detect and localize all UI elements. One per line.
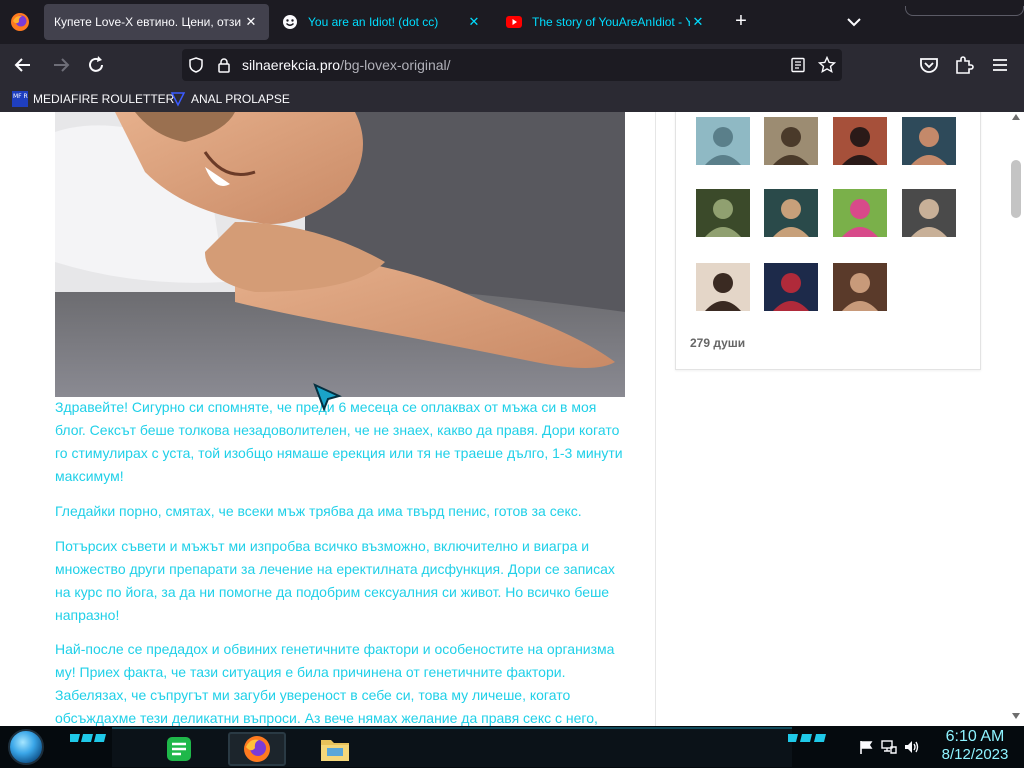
taskbar: 6:10 AM 8/12/2023 <box>0 726 1024 768</box>
notes-app-icon <box>167 737 191 761</box>
forward-arrow-icon[interactable] <box>50 54 72 76</box>
article-paragraph-1: Здравейте! Сигурно си спомняте, че преди… <box>55 399 623 484</box>
reader-view-icon[interactable] <box>790 57 806 73</box>
star-bookmark-icon[interactable] <box>818 56 836 74</box>
window-frame-edge <box>905 6 1024 16</box>
network-icon[interactable] <box>881 739 897 755</box>
taskbar-app-notes[interactable] <box>150 732 208 766</box>
url-path: /bg-lovex-original/ <box>340 57 451 73</box>
extensions-puzzle-icon[interactable] <box>953 54 975 76</box>
tab-youtube-story[interactable]: The story of YouAreAnIdiot - Yo ✕ <box>496 4 716 40</box>
chevron-down-icon[interactable] <box>844 12 864 32</box>
avatar-woman-red-hair[interactable] <box>833 117 887 165</box>
reload-icon[interactable] <box>85 54 107 76</box>
article-paragraph-2: Гледайки порно, смятах, че всеки мъж тря… <box>55 503 582 519</box>
avatar-woman-portrait[interactable] <box>833 263 887 311</box>
hamburger-menu-icon[interactable] <box>989 54 1011 76</box>
hero-photo <box>55 112 625 397</box>
tab-label: Купете Love-X евтино. Цени, отзи <box>54 15 242 29</box>
avatar-woman-dark-hair[interactable] <box>902 117 956 165</box>
system-clock[interactable]: 6:10 AM 8/12/2023 <box>932 728 1018 764</box>
flag-icon[interactable] <box>858 739 874 755</box>
folder-icon <box>321 740 349 761</box>
avatar-cartoon-scientist[interactable] <box>696 117 750 165</box>
address-bar[interactable]: silnaerekcia.pro/bg-lovex-original/ <box>182 49 842 81</box>
mouse-cursor-icon <box>313 383 342 412</box>
youtube-icon <box>506 16 522 28</box>
bookmark-label: ANAL PROLAPSE <box>191 92 290 106</box>
web-page-content: Здравейте! Сигурно си спомняте, че преди… <box>0 112 1024 726</box>
taskbar-decoration-icon <box>70 734 106 742</box>
firefox-icon <box>244 736 270 762</box>
avatar-bearded-cartoon-man[interactable] <box>902 189 956 237</box>
shield-icon[interactable] <box>188 57 204 73</box>
lock-icon[interactable] <box>216 57 232 73</box>
close-tab-icon[interactable]: ✕ <box>466 14 482 30</box>
avatar-man-sunglasses[interactable] <box>764 189 818 237</box>
clock-date: 8/12/2023 <box>941 746 1009 763</box>
mediafire-favicon-icon: MF R <box>12 91 28 107</box>
url-domain: silnaerekcia.pro <box>242 57 341 73</box>
tab-strip: Купете Love-X евтино. Цени, отзи ✕ You a… <box>0 0 1024 44</box>
page-scrollbar[interactable] <box>1008 112 1024 726</box>
bookmarks-toolbar: MF R MEDIAFIRE ROULETTER ANAL PROLAPSE <box>0 86 1024 112</box>
followers-count: 279 души <box>690 336 746 350</box>
bookmark-folder-2[interactable]: ANAL PROLAPSE <box>170 90 290 108</box>
navigation-toolbar: silnaerekcia.pro/bg-lovex-original/ <box>0 44 1024 86</box>
close-tab-icon[interactable]: ✕ <box>690 14 706 30</box>
tab-label: The story of YouAreAnIdiot - Yo <box>532 15 690 29</box>
tab-you-are-an-idiot[interactable]: You are an Idiot! (dot cc) ✕ <box>272 4 492 40</box>
volume-icon[interactable] <box>904 739 920 755</box>
taskbar-decoration-icon <box>788 734 826 742</box>
scroll-up-arrow-icon[interactable] <box>1012 114 1020 120</box>
tab-lovex[interactable]: Купете Love-X евтино. Цени, отзи ✕ <box>44 4 269 40</box>
article-paragraph-4: Най-после се предадох и обвиних генетичн… <box>55 641 615 726</box>
avatar-masked-figure[interactable] <box>696 189 750 237</box>
scrollbar-thumb[interactable] <box>1011 160 1021 218</box>
scroll-down-arrow-icon[interactable] <box>1012 713 1020 719</box>
avatar-woman-blue-jacket[interactable] <box>764 263 818 311</box>
tab-label: You are an Idiot! (dot cc) <box>308 15 439 29</box>
new-tab-plus-icon[interactable]: + <box>730 11 752 33</box>
start-button[interactable] <box>8 729 44 765</box>
bookmark-label: MEDIAFIRE ROULETTER <box>33 92 175 106</box>
avatar-man-with-glasses[interactable] <box>764 117 818 165</box>
taskbar-app-file-explorer[interactable] <box>306 732 364 766</box>
avatar-joker-face[interactable] <box>833 189 887 237</box>
svg-text:MF R: MF R <box>13 93 28 100</box>
taskbar-apps-panel <box>112 727 792 767</box>
avatar-girl-sketch[interactable] <box>696 263 750 311</box>
article-paragraph-3: Потърсих съвети и мъжът ми изпробва всич… <box>55 538 615 623</box>
smiley-icon <box>283 15 297 29</box>
bookmark-mediafire-rouletter[interactable]: MF R MEDIAFIRE ROULETTER <box>12 90 174 108</box>
clock-time: 6:10 AM <box>945 728 1005 745</box>
close-tab-icon[interactable]: ✕ <box>243 14 259 30</box>
bookmark-page-icon <box>170 92 186 107</box>
taskbar-app-firefox[interactable] <box>228 732 286 766</box>
firefox-icon[interactable] <box>10 12 30 32</box>
back-arrow-icon[interactable] <box>12 54 34 76</box>
url-text[interactable]: silnaerekcia.pro/bg-lovex-original/ <box>242 57 451 73</box>
pocket-icon[interactable] <box>918 54 940 76</box>
